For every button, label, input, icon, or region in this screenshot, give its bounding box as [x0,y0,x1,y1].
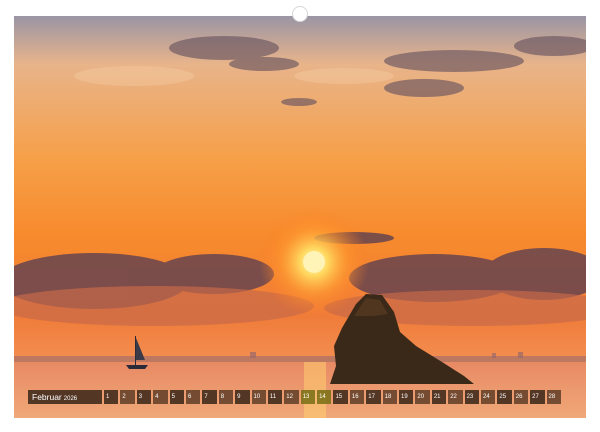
day-cell: 27 [530,390,545,404]
day-cell: 17 [366,390,381,404]
day-cell: 24 [480,390,496,404]
day-cell: 7 [202,390,217,404]
day-cell: 5 [169,390,184,404]
year-label: 2026 [63,396,78,402]
day-cell: 15 [333,390,348,404]
day-cell: 22 [448,390,463,404]
day-cell: 23 [464,390,479,404]
month-name: Februar [32,392,62,402]
day-cell: 4 [153,390,168,404]
day-cell: 2 [120,390,135,404]
day-cell: 12 [284,390,299,404]
day-cell: 13 [300,390,316,404]
day-cell: 1 [104,390,119,404]
sunset-scene [14,16,586,418]
calendar-photo [14,16,586,418]
day-cell: 10 [251,390,266,404]
day-cell: 26 [513,390,529,404]
day-cell: 11 [267,390,283,404]
day-cells: 1 2 3 4 5 6 7 8 9 10 11 12 13 14 15 16 17 18 19 20 21 22 23 24 2… [104,390,561,404]
day-cell: 8 [218,390,234,404]
day-cell: 25 [497,390,512,404]
day-cell: 14 [317,390,332,404]
hanging-hole [292,6,308,22]
day-cell: 3 [136,390,152,404]
day-cell: 6 [185,390,201,404]
day-cell: 18 [382,390,398,404]
day-cell: 9 [235,390,250,404]
day-cell: 20 [415,390,430,404]
day-cell: 28 [546,390,561,404]
day-cell: 19 [399,390,414,404]
month-label: Februar 2026 [28,390,102,404]
distant-shore [14,356,586,362]
day-cell: 21 [431,390,447,404]
calendar-strip: Februar 2026 1 2 3 4 5 6 7 8 9 10 11 12 13 14 15 16 17 18 1… [28,390,572,404]
sun [303,251,325,273]
day-cell: 16 [349,390,365,404]
